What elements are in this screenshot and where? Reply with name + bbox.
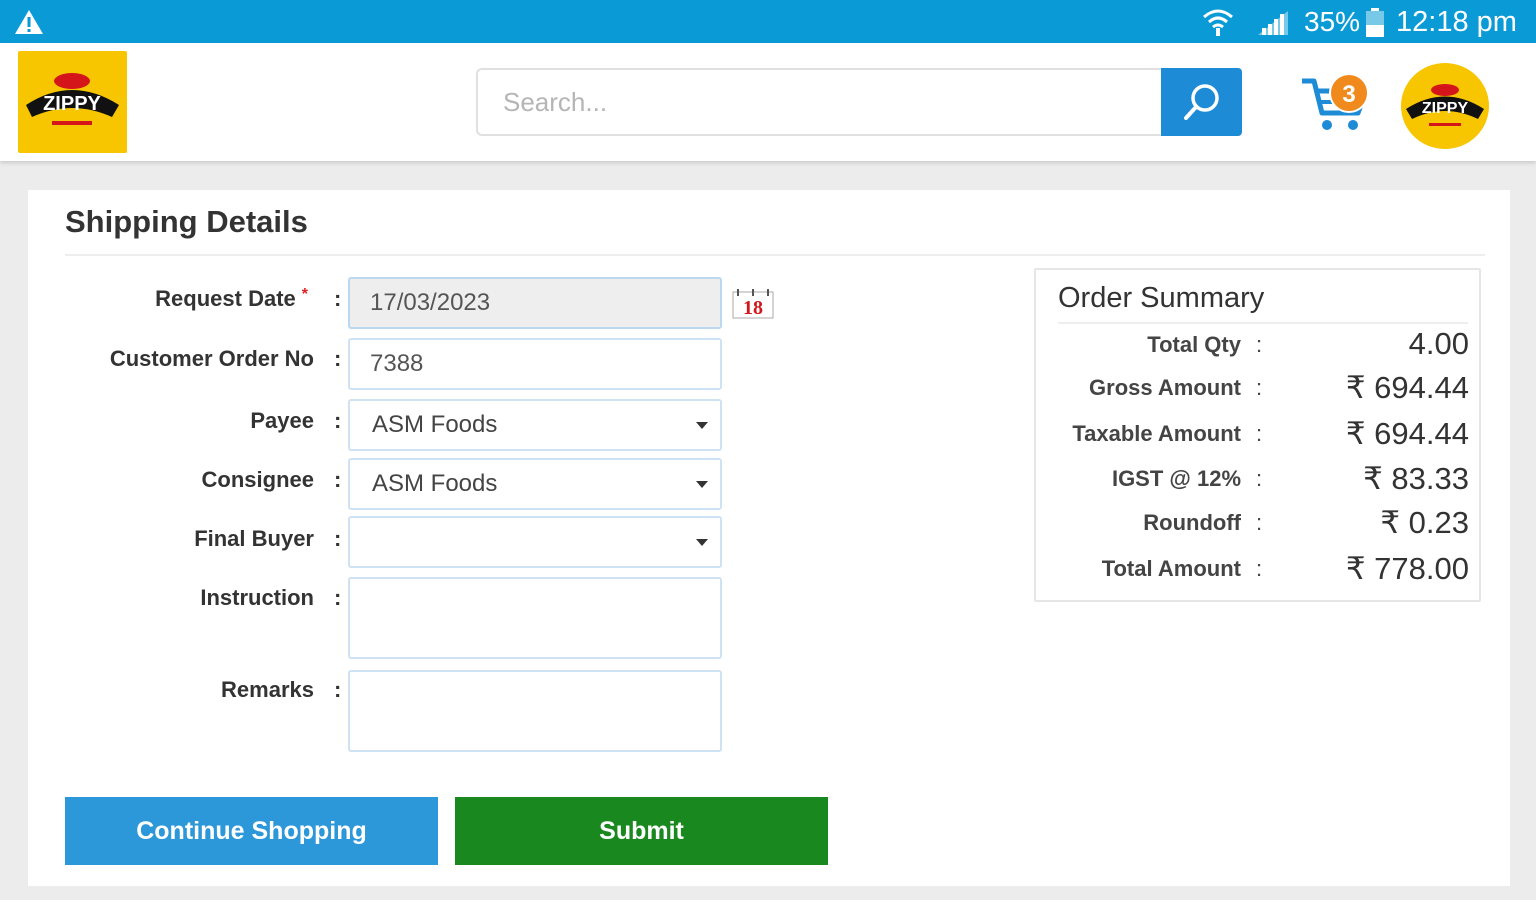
- instruction-label: Instruction: [200, 585, 314, 610]
- app-header: ZIPPY 3 ZIPPY: [0, 43, 1536, 161]
- colon: :: [334, 677, 342, 702]
- consignee-select[interactable]: ASM Foods: [348, 458, 722, 510]
- colon: :: [1256, 332, 1263, 357]
- final-buyer-label: Final Buyer: [194, 526, 314, 551]
- remarks-textarea[interactable]: [348, 670, 722, 752]
- zippy-avatar-logo-icon: ZIPPY: [1406, 84, 1484, 126]
- wifi-icon: [1203, 9, 1233, 36]
- summary-value-igst: ₹ 83.33: [1363, 461, 1469, 496]
- search-bar: [476, 68, 1242, 136]
- summary-label-gross-amount: Gross Amount: [1089, 375, 1241, 400]
- chevron-down-icon: [696, 422, 708, 429]
- cart-count-badge: 3: [1329, 73, 1369, 113]
- customer-order-no-label: Customer Order No: [109, 346, 314, 371]
- summary-value-gross-amount: ₹ 694.44: [1345, 370, 1469, 405]
- warning-icon: [15, 10, 43, 34]
- page-title: Shipping Details: [65, 204, 308, 239]
- title-divider: [65, 254, 1485, 256]
- order-summary-title: Order Summary: [1058, 282, 1265, 314]
- colon: :: [334, 286, 342, 311]
- summary-value-total-amount: ₹ 778.00: [1345, 551, 1469, 586]
- colon: :: [1256, 466, 1263, 491]
- summary-value-total-qty: 4.00: [1408, 326, 1469, 361]
- colon: :: [334, 526, 342, 551]
- instruction-textarea[interactable]: [348, 577, 722, 659]
- summary-value-taxable-amount: ₹ 694.44: [1345, 416, 1469, 451]
- final-buyer-select[interactable]: [348, 516, 722, 568]
- colon: :: [1256, 556, 1263, 581]
- zippy-logo-icon: ZIPPY: [26, 73, 119, 125]
- search-icon: [1184, 84, 1219, 120]
- summary-label-igst: IGST @ 12%: [1111, 466, 1241, 491]
- chevron-down-icon: [696, 539, 708, 546]
- remarks-label: Remarks: [221, 677, 314, 702]
- calendar-icon[interactable]: 18: [732, 288, 774, 320]
- summary-label-total-qty: Total Qty: [1147, 332, 1241, 357]
- colon: :: [334, 408, 342, 433]
- battery-percent: 35%: [1304, 6, 1361, 37]
- request-date-label: Request Date *: [155, 286, 308, 311]
- summary-label-total-amount: Total Amount: [1101, 556, 1241, 581]
- search-input[interactable]: [476, 68, 1162, 136]
- continue-shopping-button[interactable]: Continue Shopping: [65, 797, 438, 865]
- status-bar: 35% 12:18 pm: [0, 0, 1536, 43]
- required-mark: *: [301, 286, 308, 303]
- submit-button[interactable]: Submit: [455, 797, 828, 865]
- summary-value-roundoff: ₹ 0.23: [1380, 505, 1469, 540]
- colon: :: [1256, 375, 1263, 400]
- payee-select[interactable]: ASM Foods: [348, 399, 722, 451]
- svg-text:ZIPPY: ZIPPY: [43, 93, 101, 115]
- signal-icon: [1258, 11, 1288, 35]
- payee-selected-value: ASM Foods: [372, 411, 498, 438]
- payee-label: Payee: [250, 408, 314, 433]
- summary-label-taxable-amount: Taxable Amount: [1072, 421, 1241, 446]
- colon: :: [1256, 421, 1263, 446]
- consignee-label: Consignee: [201, 467, 314, 492]
- colon: :: [334, 467, 342, 492]
- battery-icon: [1366, 8, 1384, 37]
- user-avatar[interactable]: ZIPPY: [1401, 63, 1489, 149]
- request-date-field[interactable]: [348, 277, 722, 329]
- summary-label-roundoff: Roundoff: [1143, 510, 1241, 535]
- colon: :: [334, 585, 342, 610]
- consignee-selected-value: ASM Foods: [372, 470, 498, 497]
- order-summary-panel: Order Summary Total Qty : 4.00 Gross Amo…: [1034, 268, 1481, 602]
- svg-text:ZIPPY: ZIPPY: [1422, 100, 1469, 117]
- status-clock: 12:18 pm: [1396, 6, 1517, 38]
- search-button[interactable]: [1161, 68, 1242, 136]
- brand-logo[interactable]: ZIPPY: [18, 51, 127, 153]
- colon: :: [334, 346, 342, 371]
- colon: :: [1256, 510, 1263, 535]
- shipping-details-card: Shipping Details Request Date* : 18 Cust…: [28, 190, 1510, 886]
- customer-order-no-field[interactable]: [348, 338, 722, 390]
- summary-divider: [1058, 322, 1468, 324]
- chevron-down-icon: [696, 481, 708, 488]
- svg-text:18: 18: [743, 297, 763, 319]
